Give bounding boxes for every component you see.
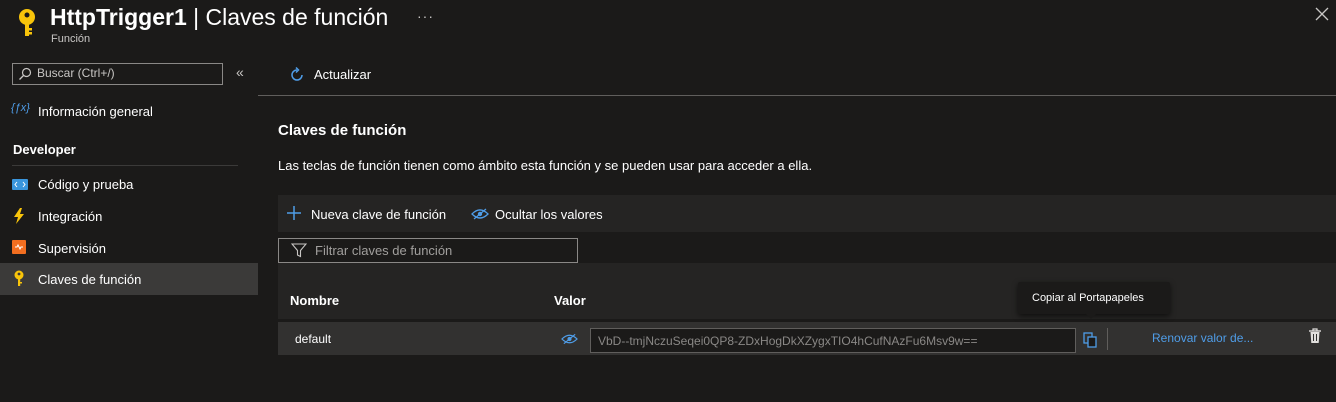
- sidebar-item-code-test[interactable]: Código y prueba: [0, 168, 258, 200]
- add-icon[interactable]: [286, 205, 302, 221]
- key-name: default: [295, 332, 332, 346]
- show-value-icon[interactable]: [561, 333, 578, 345]
- refresh-button-icon[interactable]: [288, 66, 306, 84]
- close-icon: [1315, 7, 1329, 21]
- filter-input[interactable]: [315, 242, 565, 258]
- collapse-sidebar-button[interactable]: «: [236, 64, 244, 80]
- sidebar-item-integration[interactable]: Integración: [0, 200, 258, 232]
- table-header: [278, 263, 1336, 319]
- sidebar-item-overview[interactable]: {ƒx} Información general: [0, 95, 258, 127]
- tooltip-text: Copiar al Portapapeles: [1032, 292, 1144, 304]
- sidebar-item-function-keys[interactable]: Claves de función: [0, 263, 258, 295]
- page-title-rest: | Claves de función: [186, 4, 389, 30]
- sidebar-item-label: Supervisión: [38, 241, 106, 256]
- renew-key-link[interactable]: Renovar valor de...: [1152, 331, 1253, 345]
- sidebar-item-label: Código y prueba: [38, 177, 134, 192]
- function-icon: {ƒx}: [11, 102, 30, 114]
- new-function-key-button[interactable]: Nueva clave de función: [311, 207, 446, 222]
- monitor-icon: [12, 240, 26, 254]
- function-name: HttpTrigger1: [50, 4, 187, 30]
- trash-icon: [1309, 328, 1321, 343]
- copy-tooltip: Copiar al Portapapeles: [1018, 282, 1170, 314]
- section-description: Las teclas de función tienen como ámbito…: [278, 158, 813, 173]
- divider: [12, 165, 238, 166]
- filter-box[interactable]: [278, 238, 578, 263]
- refresh-icon: [291, 66, 303, 81]
- key-icon: [16, 8, 38, 38]
- column-header-value[interactable]: Valor: [554, 293, 586, 308]
- command-toolbar: [258, 54, 1336, 96]
- sidebar-search[interactable]: [12, 63, 223, 85]
- lightning-icon: [13, 208, 25, 224]
- divider: [1107, 328, 1108, 350]
- close-button[interactable]: [1314, 6, 1330, 22]
- hide-values-button[interactable]: Ocultar los valores: [495, 207, 603, 222]
- page-title: HttpTrigger1 | Claves de función: [50, 4, 388, 31]
- sidebar-section-developer: Developer: [13, 142, 76, 157]
- sidebar-item-label: Claves de función: [38, 272, 142, 287]
- sidebar-item-label: Información general: [38, 104, 153, 119]
- copy-button[interactable]: [1076, 327, 1104, 352]
- more-options-button[interactable]: ···: [417, 8, 434, 24]
- search-icon: [19, 67, 32, 80]
- tooltip-arrow: [1085, 313, 1097, 319]
- code-icon: [12, 179, 28, 190]
- page-subtitle: Función: [51, 33, 91, 45]
- filter-icon: [291, 243, 307, 258]
- delete-button[interactable]: [1308, 328, 1322, 344]
- sidebar-item-monitor[interactable]: Supervisión: [0, 232, 258, 264]
- key-value-field[interactable]: [598, 333, 1068, 348]
- column-header-name[interactable]: Nombre: [290, 293, 339, 308]
- sidebar-item-label: Integración: [38, 209, 103, 224]
- search-input[interactable]: [37, 65, 217, 81]
- key-value-box[interactable]: [590, 328, 1076, 353]
- copy-icon: [1083, 332, 1097, 348]
- refresh-button[interactable]: Actualizar: [314, 67, 371, 82]
- eye-hide-icon[interactable]: [471, 208, 489, 220]
- key-icon: [13, 270, 25, 287]
- section-heading: Claves de función: [278, 122, 407, 139]
